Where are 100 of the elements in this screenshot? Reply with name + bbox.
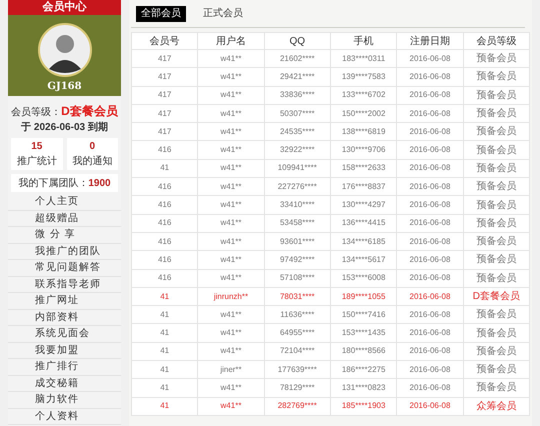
column-header: 注册日期 — [396, 32, 464, 50]
table-cell: jinrunzh** — [198, 287, 264, 306]
stat-card[interactable]: 15 推广统计 — [11, 138, 62, 170]
table-cell: w41** — [198, 159, 264, 178]
table-cell: w41** — [198, 50, 264, 68]
menu-item[interactable]: 我要加盟 — [8, 342, 121, 359]
table-cell: 134****6185 — [330, 232, 397, 251]
table-cell: 131****0823 — [330, 378, 397, 398]
table-cell: w41** — [198, 122, 264, 141]
table-cell: 2016-06-08 — [396, 342, 464, 361]
table-cell: w41** — [198, 68, 264, 86]
table-cell: 417 — [132, 104, 198, 123]
table-cell: 2016-06-08 — [396, 196, 464, 214]
table-cell: 41 — [132, 397, 198, 416]
table-cell: 2016-06-08 — [396, 159, 464, 178]
table-cell: 186****2275 — [330, 360, 397, 379]
table-cell: 50307**** — [264, 104, 330, 123]
menu-item[interactable]: 个人主页 — [8, 194, 121, 210]
menu-item[interactable]: 我推广的团队 — [8, 244, 121, 260]
table-cell: 2016-06-08 — [396, 250, 464, 270]
table-cell: 预备会员 — [463, 360, 530, 379]
sidebar-title: 会员中心 — [8, 0, 121, 15]
tab[interactable]: 全部会员 — [136, 6, 186, 22]
table-cell: 预备会员 — [463, 68, 530, 86]
table-cell: 416 — [132, 232, 198, 251]
table-cell: 130****9706 — [330, 140, 397, 160]
table-cell: 2016-06-08 — [396, 378, 464, 398]
table-cell: 227276**** — [264, 178, 330, 196]
stat-label: 推广统计 — [16, 154, 57, 169]
table-cell: 416 — [132, 250, 198, 270]
menu-item[interactable]: 常见问题解答 — [8, 260, 121, 276]
table-cell: 预备会员 — [463, 214, 530, 232]
table-cell: 2016-06-08 — [396, 324, 464, 342]
table-cell: 41 — [132, 324, 198, 342]
table-cell: 78129**** — [264, 378, 330, 398]
column-header: QQ — [264, 32, 330, 50]
table-cell: 2016-06-08 — [396, 178, 464, 196]
username: GJ168 — [47, 80, 82, 94]
table-cell: 93601**** — [264, 232, 330, 251]
table-cell: 133****6702 — [330, 86, 397, 104]
table-cell: w41** — [198, 214, 264, 232]
table-cell: 150****7416 — [330, 306, 397, 324]
table-cell: w41** — [198, 86, 264, 104]
table-cell: 138****6819 — [330, 122, 397, 141]
table-cell: w41** — [198, 342, 264, 361]
table-cell: w41** — [198, 250, 264, 270]
table-cell: 180****8566 — [330, 342, 397, 361]
table-cell: 预备会员 — [463, 122, 530, 141]
table-cell: w41** — [198, 140, 264, 160]
table-cell: w41** — [198, 324, 264, 342]
table-cell: 53458**** — [264, 214, 330, 232]
table-cell: 2016-06-08 — [396, 68, 464, 86]
table-cell: 41 — [132, 287, 198, 306]
table-cell: 185****1903 — [330, 397, 397, 416]
menu-item[interactable]: 微 分 享 — [8, 227, 121, 244]
table-cell: 130****4297 — [330, 196, 397, 214]
table-cell: 41 — [132, 360, 198, 379]
expiry-text: 于 2026-06-03 到期 — [20, 120, 109, 135]
menu-item[interactable]: 超级赠品 — [8, 210, 121, 227]
stat-card[interactable]: 0 我的通知 — [66, 138, 118, 170]
menu-item[interactable]: 联系指导老师 — [8, 276, 121, 293]
table-cell: 2016-06-08 — [396, 360, 464, 379]
column-header: 会员等级 — [463, 32, 530, 50]
table-cell: 32922**** — [264, 140, 330, 160]
table-cell: 417 — [132, 122, 198, 141]
stat-value: 0 — [89, 140, 96, 154]
table-cell: 预备会员 — [463, 140, 530, 160]
table-cell: D套餐会员 — [463, 287, 530, 306]
table-cell: w41** — [198, 196, 264, 214]
menu-item[interactable]: 推广网址 — [8, 293, 121, 310]
table-cell: 41 — [132, 342, 198, 361]
column-header: 会员号 — [132, 32, 198, 50]
table-cell: 预备会员 — [463, 50, 530, 68]
avatar-icon — [38, 23, 92, 77]
menu-item[interactable]: 脑力软件 — [8, 392, 121, 408]
table-cell: 2016-06-08 — [396, 122, 464, 141]
menu-item[interactable]: 个人资料 — [8, 408, 121, 425]
menu-item[interactable]: 内部资料 — [8, 310, 121, 326]
table-cell: 2016-06-08 — [396, 140, 464, 160]
menu-item[interactable]: 推广排行 — [8, 359, 121, 376]
table-cell: 136****4415 — [330, 214, 397, 232]
table-cell: 72104**** — [264, 342, 330, 361]
table-cell: 183****0311 — [330, 50, 397, 68]
stat-label: 我的通知 — [72, 154, 112, 169]
table-cell: 预备会员 — [463, 104, 530, 123]
table-cell: 41 — [132, 306, 198, 324]
table-cell: w41** — [198, 178, 264, 196]
table-cell: w41** — [198, 232, 264, 251]
tab[interactable]: 正式会员 — [198, 6, 248, 22]
table-cell: 416 — [132, 140, 198, 160]
table-cell: 2016-06-08 — [396, 86, 464, 104]
level-value: D套餐会员 — [61, 103, 118, 120]
menu-item[interactable]: 成交秘籍 — [8, 376, 121, 392]
table-cell: jiner** — [198, 360, 264, 379]
menu-item[interactable]: 系统见面会 — [8, 326, 121, 342]
column-header: 用户名 — [198, 32, 264, 50]
table-cell: 416 — [132, 214, 198, 232]
table-cell: 预备会员 — [463, 269, 530, 288]
table-cell: 41 — [132, 378, 198, 398]
table-cell: 2016-06-08 — [396, 287, 464, 306]
